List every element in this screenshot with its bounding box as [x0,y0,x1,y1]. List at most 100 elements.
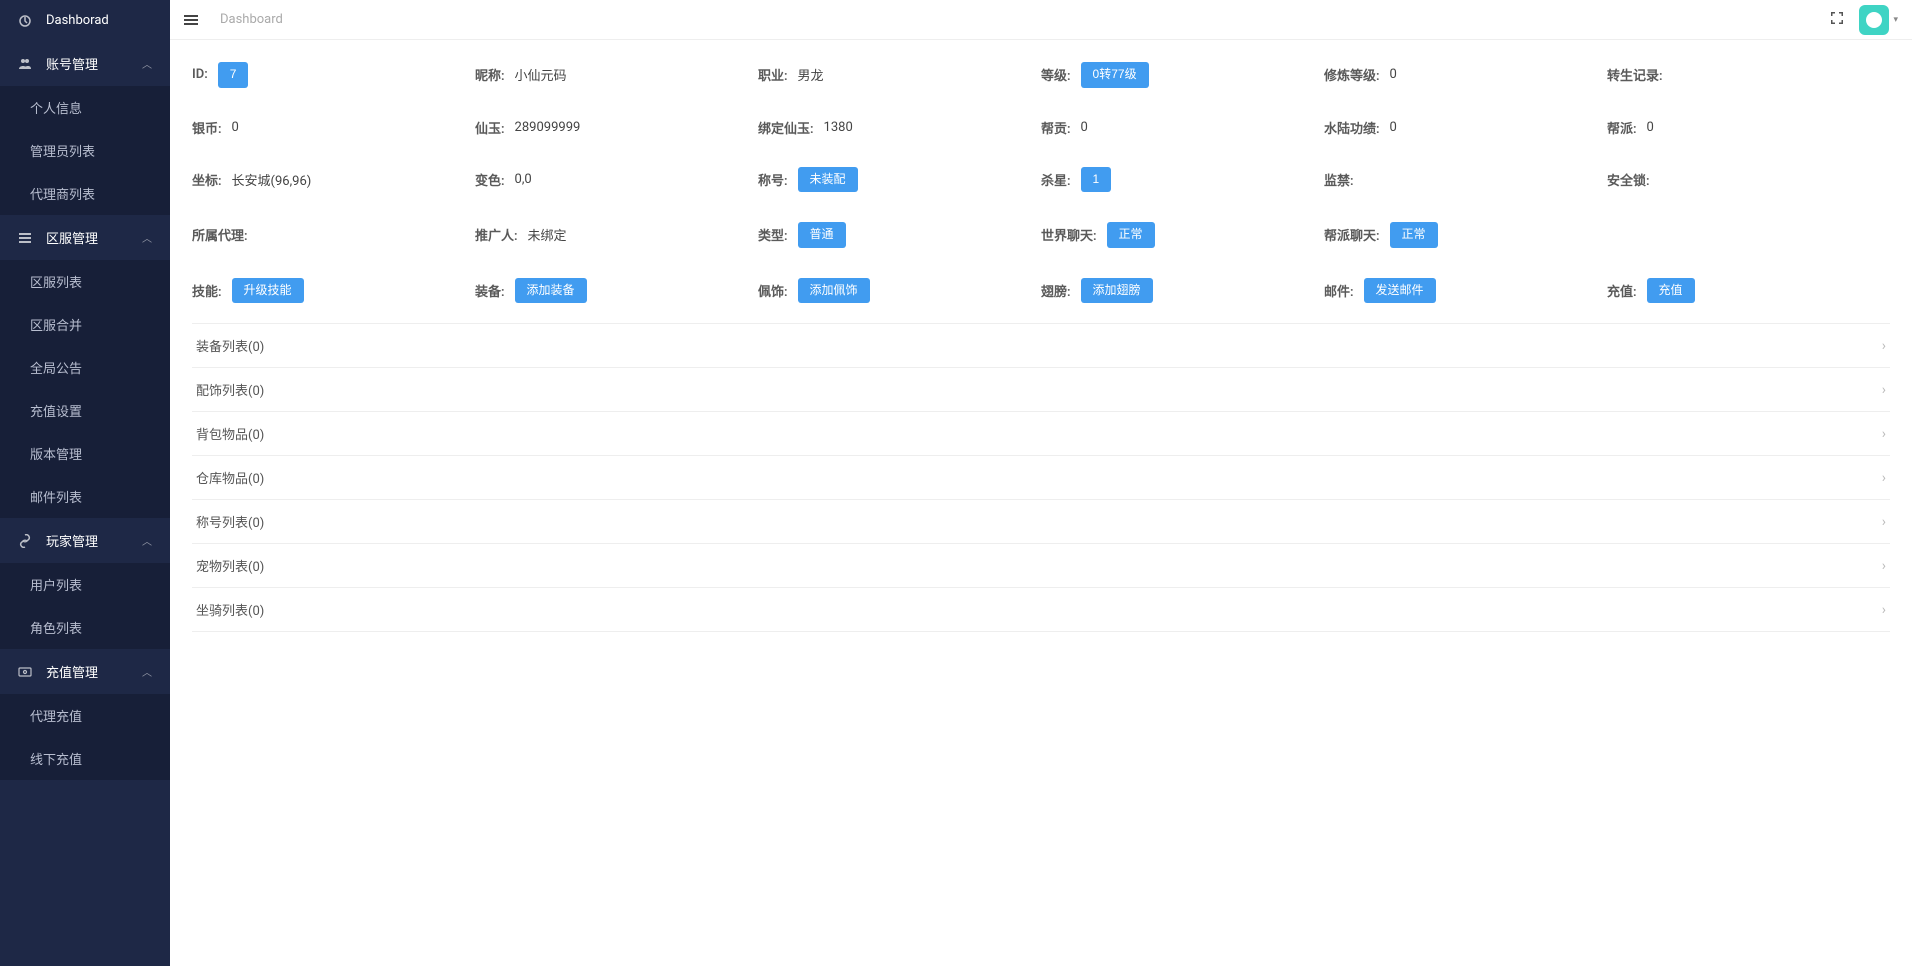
chevron-right-icon: › [1882,514,1886,530]
send-mail-button[interactable]: 发送邮件 [1364,278,1436,304]
accordion-deco-list[interactable]: 配饰列表(0)› [192,368,1890,412]
accordion: 装备列表(0)› 配饰列表(0)› 背包物品(0)› 仓库物品(0)› 称号列表… [192,323,1890,632]
sidebar-item-server-list[interactable]: 区服列表 [0,260,170,303]
value-xianyu: 289099999 [515,120,581,135]
avatar [1859,5,1889,35]
value-color: 0,0 [515,172,532,187]
label-color: 变色: [475,170,505,189]
label-coord: 坐标: [192,170,222,189]
label-kill: 杀星: [1041,170,1071,189]
breadcrumb: Dashboard [220,12,283,27]
accordion-equip-list[interactable]: 装备列表(0)› [192,324,1890,368]
money-icon [18,665,32,679]
label-xianyu: 仙玉: [475,118,505,137]
sidebar-group-player[interactable]: 玩家管理 ︿ [0,518,170,563]
label-guild: 帮派聊天: [1324,225,1380,244]
kill-button[interactable]: 1 [1081,167,1112,193]
value-xiulian: 0 [1390,67,1397,82]
value-nick: 小仙元码 [515,65,567,84]
recharge-button[interactable]: 充值 [1647,278,1695,304]
chevron-down-icon: ▾ [1893,15,1898,25]
label-mail: 邮件: [1324,281,1354,300]
sidebar-item-recharge-settings[interactable]: 充值设置 [0,389,170,432]
label-agent: 所属代理: [192,225,248,244]
sidebar-group-account[interactable]: 账号管理 ︿ [0,41,170,86]
sidebar-item-role-list[interactable]: 角色列表 [0,606,170,649]
add-equip-button[interactable]: 添加装备 [515,278,587,304]
type-button[interactable]: 普通 [798,222,846,248]
label-banggong: 帮贡: [1041,118,1071,137]
sidebar-item-admin-list[interactable]: 管理员列表 [0,129,170,172]
label-wing: 翅膀: [1041,281,1071,300]
sidebar-group-label: 区服管理 [46,228,98,247]
sidebar-item-version-mgmt[interactable]: 版本管理 [0,432,170,475]
add-deco-button[interactable]: 添加佩饰 [798,278,870,304]
label-silver: 银币: [192,118,222,137]
topbar: Dashboard ▾ [170,0,1912,40]
fullscreen-icon[interactable] [1829,10,1845,30]
chevron-right-icon: › [1882,470,1886,486]
label-skill: 技能: [192,281,222,300]
sidebar-item-offline-recharge[interactable]: 线下充值 [0,737,170,780]
world-chat-button[interactable]: 正常 [1107,222,1155,248]
accordion-bag-list[interactable]: 背包物品(0)› [192,412,1890,456]
value-silver: 0 [232,120,239,135]
chevron-up-icon: ︿ [142,230,152,245]
value-coord: 长安城(96,96) [232,170,312,189]
id-button[interactable]: 7 [218,62,249,88]
accordion-title-list[interactable]: 称号列表(0)› [192,500,1890,544]
value-shuilu: 0 [1390,120,1397,135]
label-equip: 装备: [475,281,505,300]
add-wing-button[interactable]: 添加翅膀 [1081,278,1153,304]
avatar-menu[interactable]: ▾ [1859,5,1898,35]
accordion-warehouse-list[interactable]: 仓库物品(0)› [192,456,1890,500]
label-title: 称号: [758,170,788,189]
sidebar-group-label: 充值管理 [46,662,98,681]
label-rebirth: 转生记录: [1607,65,1663,84]
sidebar-group-label: 账号管理 [46,54,98,73]
value-promo: 未绑定 [528,225,567,244]
sidebar-dashboard-label: Dashborad [46,13,109,28]
label-charge: 充值: [1607,281,1637,300]
title-button[interactable]: 未装配 [798,167,858,193]
sidebar-dashboard[interactable]: Dashborad [0,0,170,41]
label-xiulian: 修炼等级: [1324,65,1380,84]
sidebar-item-profile[interactable]: 个人信息 [0,86,170,129]
label-nick: 昵称: [475,65,505,84]
chevron-right-icon: › [1882,602,1886,618]
label-id: ID: [192,67,208,82]
accordion-mount-list[interactable]: 坐骑列表(0)› [192,588,1890,632]
label-level: 等级: [1041,65,1071,84]
sidebar-item-mail-list[interactable]: 邮件列表 [0,475,170,518]
sidebar: Dashborad 账号管理 ︿ 个人信息 管理员列表 代理商列表 区服管理 ︿ [0,0,170,966]
link-icon [18,534,32,548]
value-banggong: 0 [1081,120,1088,135]
chevron-up-icon: ︿ [142,56,152,71]
sidebar-group-server[interactable]: 区服管理 ︿ [0,215,170,260]
chevron-up-icon: ︿ [142,664,152,679]
sidebar-item-agent-list[interactable]: 代理商列表 [0,172,170,215]
value-job: 男龙 [798,65,824,84]
chevron-right-icon: › [1882,558,1886,574]
sidebar-item-server-merge[interactable]: 区服合并 [0,303,170,346]
chevron-right-icon: › [1882,426,1886,442]
sidebar-item-user-list[interactable]: 用户列表 [0,563,170,606]
hamburger-icon[interactable] [184,15,198,25]
upgrade-skill-button[interactable]: 升级技能 [232,278,304,304]
sidebar-item-agent-recharge[interactable]: 代理充值 [0,694,170,737]
sidebar-item-global-notice[interactable]: 全局公告 [0,346,170,389]
label-promo: 推广人: [475,225,518,244]
label-deco: 佩饰: [758,281,788,300]
label-job: 职业: [758,65,788,84]
list-icon [18,231,32,245]
guild-chat-button[interactable]: 正常 [1390,222,1438,248]
chevron-up-icon: ︿ [142,533,152,548]
level-button[interactable]: 0转77级 [1081,62,1149,88]
accordion-pet-list[interactable]: 宠物列表(0)› [192,544,1890,588]
label-world: 世界聊天: [1041,225,1097,244]
chevron-right-icon: › [1882,338,1886,354]
label-bdxy: 绑定仙玉: [758,118,814,137]
users-icon [18,57,32,71]
sidebar-group-recharge[interactable]: 充值管理 ︿ [0,649,170,694]
content: ID: 7 昵称: 小仙元码 职业: 男龙 等级: 0转77级 修炼等级: 0 转生记录:… [170,40,1912,966]
